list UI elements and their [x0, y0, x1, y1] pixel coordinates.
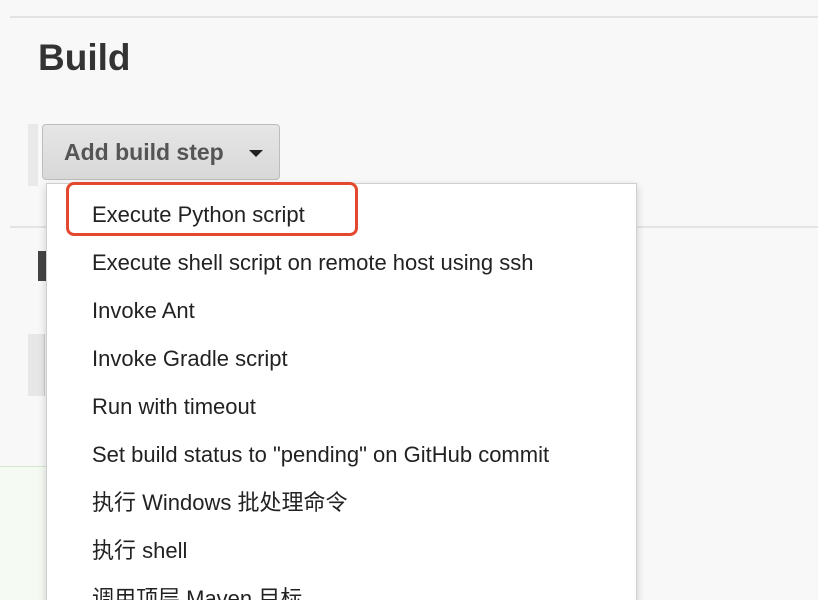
menu-item-execute-windows-batch[interactable]: 执行 Windows 批处理命令 [92, 479, 347, 527]
menu-item-execute-shell-script-remote-ssh[interactable]: Execute shell script on remote host usin… [92, 239, 533, 287]
build-step-gutter [28, 124, 38, 186]
obscured-button-stub [28, 334, 45, 396]
build-section-title: Build [38, 37, 131, 78]
obscured-section-heading [38, 251, 46, 281]
caret-down-icon [249, 150, 263, 157]
build-step-dropdown-menu[interactable]: Execute Python script Execute shell scri… [46, 183, 637, 600]
jenkins-build-config-page: Build Add build step Execute Python scri… [0, 0, 818, 600]
menu-item-execute-shell[interactable]: 执行 shell [92, 527, 187, 575]
menu-item-invoke-ant[interactable]: Invoke Ant [92, 287, 195, 335]
menu-item-set-build-status-pending[interactable]: Set build status to "pending" on GitHub … [92, 431, 549, 479]
menu-item-invoke-gradle-script[interactable]: Invoke Gradle script [92, 335, 288, 383]
add-build-step-button[interactable]: Add build step [42, 124, 280, 180]
add-build-step-label: Add build step [64, 138, 224, 165]
menu-item-invoke-top-level-maven[interactable]: 调用顶层 Maven 目标 [92, 575, 302, 600]
menu-item-execute-python-script[interactable]: Execute Python script [92, 191, 305, 239]
top-divider [10, 16, 818, 18]
menu-item-run-with-timeout[interactable]: Run with timeout [92, 383, 256, 431]
